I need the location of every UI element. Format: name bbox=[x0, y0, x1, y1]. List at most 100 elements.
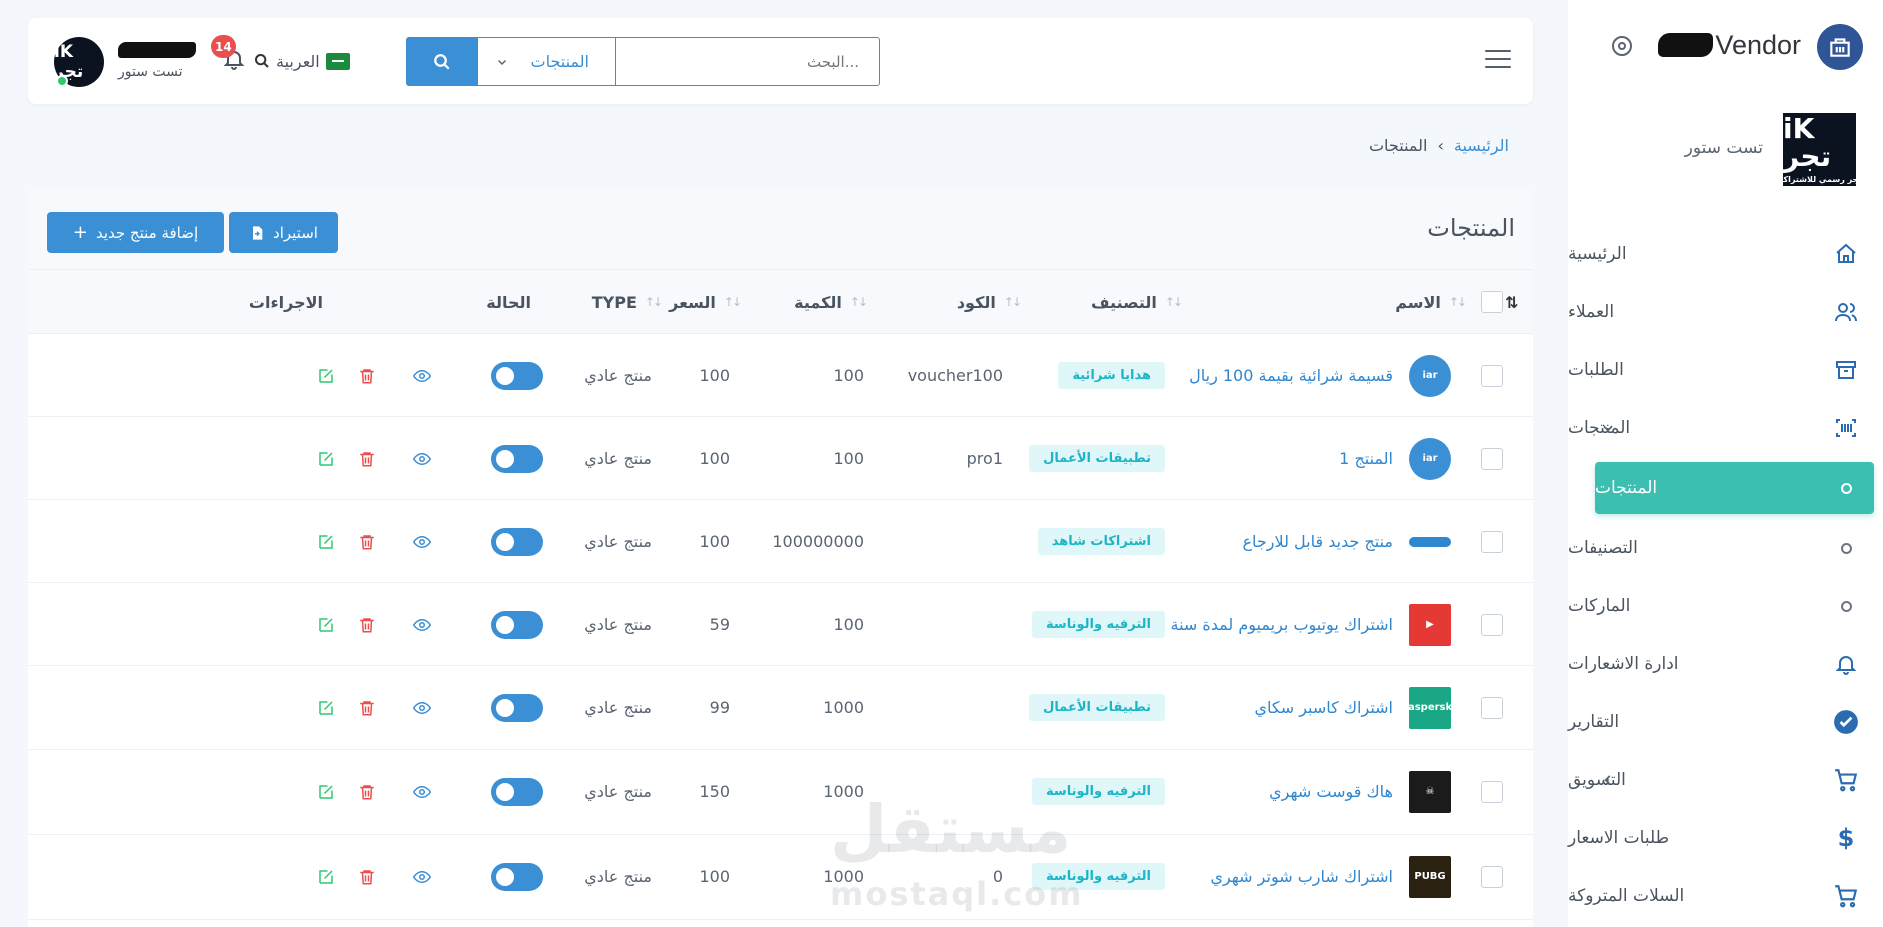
edit-button[interactable] bbox=[315, 666, 337, 749]
status-toggle[interactable] bbox=[491, 835, 543, 918]
status-toggle[interactable] bbox=[491, 583, 543, 666]
status-toggle[interactable] bbox=[491, 666, 543, 749]
view-button[interactable] bbox=[411, 750, 433, 833]
view-button[interactable] bbox=[411, 334, 433, 417]
import-button[interactable]: استيراد bbox=[229, 212, 338, 253]
sidebar-item-label: الرئيسية bbox=[1568, 244, 1627, 264]
column-header-code[interactable]: الكود ↑↓ bbox=[957, 270, 1022, 334]
product-name-link[interactable]: منتج جديد قابل للارجاع bbox=[1242, 500, 1393, 583]
product-quantity: 100000000 bbox=[772, 532, 864, 551]
column-header-quantity[interactable]: الكمية ↑↓ bbox=[794, 270, 868, 334]
table-row: iar المنتج 1 تطبيقات الأعمال pro1 100 10… bbox=[28, 417, 1533, 500]
delete-button[interactable] bbox=[356, 750, 378, 833]
table-row: iar قسيمة شرائية بقيمة 100 ريال هدايا شر… bbox=[28, 334, 1533, 417]
category-badge: الترفيه والوناسة bbox=[1032, 835, 1165, 918]
product-thumbnail: iar bbox=[1409, 417, 1451, 500]
sidebar-item-products-list[interactable]: المنتجات bbox=[1595, 462, 1874, 514]
store-logo: iK تجر متجر رسمي للاشتراكات bbox=[1783, 113, 1856, 186]
product-name-link[interactable]: قسيمة شرائية بقيمة 100 ريال bbox=[1189, 334, 1393, 417]
edit-button[interactable] bbox=[315, 583, 337, 666]
search-icon[interactable] bbox=[254, 53, 270, 69]
edit-button[interactable] bbox=[315, 500, 337, 583]
search-button[interactable] bbox=[406, 37, 478, 86]
product-quantity: 1000 bbox=[823, 698, 864, 717]
brand: Vendor bbox=[1588, 24, 1863, 72]
row-checkbox[interactable] bbox=[1481, 334, 1503, 417]
select-all-checkbox[interactable] bbox=[1481, 270, 1503, 334]
row-checkbox[interactable] bbox=[1481, 500, 1503, 583]
search-bar: المنتجات bbox=[406, 37, 880, 86]
chevron-left-icon: › bbox=[1437, 136, 1444, 155]
online-status-dot bbox=[56, 75, 68, 87]
view-button[interactable] bbox=[411, 666, 433, 749]
sidebar-item-marketing[interactable]: التسويق bbox=[1568, 751, 1883, 809]
product-thumbnail: kaspersky bbox=[1409, 666, 1451, 749]
page-title: المنتجات bbox=[1427, 214, 1515, 242]
product-name-link[interactable]: هاك قوست شهري bbox=[1269, 750, 1393, 833]
edit-button[interactable] bbox=[315, 835, 337, 918]
sidebar-item-abandoned-carts[interactable]: السلات المتروكة bbox=[1568, 867, 1883, 925]
sidebar-item-orders[interactable]: الطلبات bbox=[1568, 341, 1883, 399]
status-toggle[interactable] bbox=[491, 500, 543, 583]
product-type: منتج عادي bbox=[584, 698, 652, 717]
language-switcher[interactable]: العربية bbox=[254, 49, 350, 73]
delete-button[interactable] bbox=[356, 417, 378, 500]
status-toggle[interactable] bbox=[491, 334, 543, 417]
view-button[interactable] bbox=[411, 417, 433, 500]
sidebar-item-products[interactable]: المنتجات bbox=[1568, 399, 1883, 457]
edit-button[interactable] bbox=[315, 334, 337, 417]
target-icon[interactable] bbox=[1608, 32, 1636, 60]
product-name-link[interactable]: اشتراك يوتيوب بريميوم لمدة سنة bbox=[1170, 583, 1393, 666]
sidebar-item-notifications[interactable]: ادارة الاشعارات bbox=[1568, 635, 1883, 693]
edit-icon bbox=[315, 448, 337, 470]
search-input[interactable] bbox=[615, 37, 880, 86]
product-thumbnail bbox=[1409, 500, 1451, 583]
delete-button[interactable] bbox=[356, 334, 378, 417]
sidebar-item-customers[interactable]: العملاء bbox=[1568, 283, 1883, 341]
product-price: 99 bbox=[709, 698, 730, 717]
products-card: المنتجات استيراد + إضافة منتج جديد ⇅ الا… bbox=[28, 188, 1533, 927]
product-name-link[interactable]: اشتراك شارب شوتر شهري bbox=[1210, 835, 1393, 918]
breadcrumb-current: المنتجات bbox=[1368, 136, 1428, 155]
row-checkbox[interactable] bbox=[1481, 666, 1503, 749]
sort-all-icon[interactable]: ⇅ bbox=[1505, 270, 1533, 334]
delete-button[interactable] bbox=[356, 835, 378, 918]
sidebar-item-brands[interactable]: الماركات bbox=[1568, 577, 1883, 635]
row-checkbox[interactable] bbox=[1481, 750, 1503, 833]
eye-icon bbox=[411, 614, 433, 636]
column-header-type[interactable]: TYPE ↑↓ bbox=[592, 270, 663, 334]
column-header-price[interactable]: السعر ↑↓ bbox=[669, 270, 742, 334]
sidebar-item-categories[interactable]: التصنيفات bbox=[1568, 519, 1883, 577]
product-name-link[interactable]: اشتراك كاسبر سكاي bbox=[1254, 666, 1393, 749]
sidebar-item-home[interactable]: الرئيسية bbox=[1568, 225, 1883, 283]
product-type: منتج عادي bbox=[584, 782, 652, 801]
delete-button[interactable] bbox=[356, 666, 378, 749]
brand-logo[interactable] bbox=[1817, 24, 1863, 70]
row-checkbox[interactable] bbox=[1481, 835, 1503, 918]
row-checkbox[interactable] bbox=[1481, 417, 1503, 500]
breadcrumb-home-link[interactable]: الرئيسية bbox=[1454, 136, 1509, 155]
add-product-button[interactable]: + إضافة منتج جديد bbox=[47, 212, 224, 253]
status-toggle[interactable] bbox=[491, 417, 543, 500]
product-price: 100 bbox=[699, 867, 730, 886]
product-type: منتج عادي bbox=[584, 615, 652, 634]
edit-button[interactable] bbox=[315, 417, 337, 500]
row-checkbox[interactable] bbox=[1481, 583, 1503, 666]
search-scope-select[interactable]: المنتجات bbox=[478, 37, 615, 86]
chevron-down-icon bbox=[1600, 420, 1616, 436]
delete-button[interactable] bbox=[356, 500, 378, 583]
delete-button[interactable] bbox=[356, 583, 378, 666]
view-button[interactable] bbox=[411, 500, 433, 583]
column-header-name[interactable]: الاسم ↑↓ bbox=[1395, 270, 1467, 334]
edit-button[interactable] bbox=[315, 750, 337, 833]
product-name-link[interactable]: المنتج 1 bbox=[1339, 417, 1393, 500]
view-button[interactable] bbox=[411, 835, 433, 918]
view-button[interactable] bbox=[411, 583, 433, 666]
menu-icon[interactable] bbox=[1485, 50, 1511, 70]
eye-icon bbox=[411, 531, 433, 553]
column-header-category[interactable]: التصنيف ↑↓ bbox=[1091, 270, 1183, 334]
status-toggle[interactable] bbox=[491, 750, 543, 833]
sidebar-item-reports[interactable]: التقارير bbox=[1568, 693, 1883, 751]
sidebar-item-price-requests[interactable]: $ طلبات الاسعار bbox=[1568, 809, 1883, 867]
sidebar-item-label: المنتجات bbox=[1595, 478, 1658, 498]
